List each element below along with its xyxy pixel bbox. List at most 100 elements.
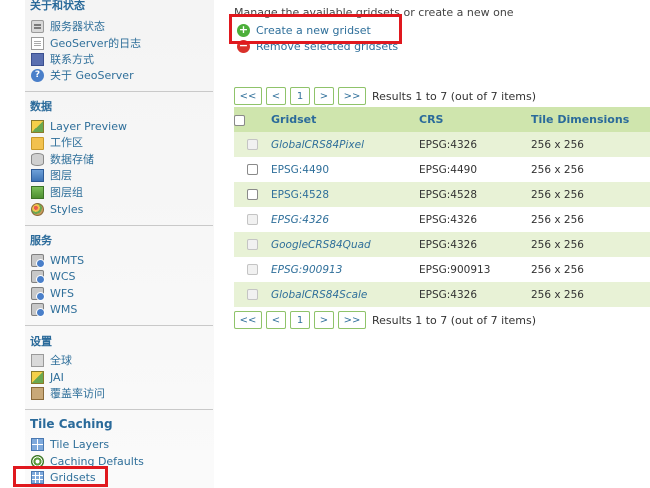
- server-icon: [31, 19, 44, 33]
- gridset-name-link[interactable]: EPSG:4326: [271, 214, 329, 226]
- global-settings-icon: [31, 353, 44, 367]
- gridset-name-cell: EPSG:900913: [271, 257, 419, 282]
- sidebar-item-label: Tile Layers: [50, 437, 110, 451]
- tile-dimensions-cell: 256 x 256: [531, 182, 650, 207]
- gridset-name-cell: GlobalCRS84Scale: [271, 282, 419, 307]
- service-icon: [31, 302, 45, 317]
- sidebar-item-label: 图层: [50, 169, 72, 182]
- row-select-cell: [234, 157, 271, 182]
- gridset-name-cell: EPSG:4326: [271, 207, 419, 232]
- pager-prev-button[interactable]: <: [266, 311, 286, 329]
- select-all-header[interactable]: [234, 107, 271, 132]
- pager-last-button[interactable]: >>: [338, 87, 366, 105]
- sidebar-divider: [25, 91, 213, 92]
- row-select-cell: [234, 182, 271, 207]
- pager-first-button[interactable]: <<: [234, 311, 262, 329]
- sidebar-item-tile-layers[interactable]: Tile Layers: [31, 436, 109, 452]
- gridset-name-link[interactable]: GlobalCRS84Pixel: [271, 139, 364, 151]
- gridset-name-link[interactable]: EPSG:4528: [271, 189, 329, 201]
- jai-icon: [31, 370, 44, 384]
- row-select-cell: [234, 132, 271, 157]
- coverage-icon: [31, 386, 44, 400]
- gridset-name-link[interactable]: GlobalCRS84Scale: [271, 289, 367, 301]
- tile-dimensions-cell: 256 x 256: [531, 157, 650, 182]
- contact-icon: [31, 52, 44, 66]
- crs-cell: EPSG:4490: [419, 157, 531, 182]
- create-gridset-highlight-box: [229, 14, 402, 44]
- pager-next-button[interactable]: >: [314, 311, 334, 329]
- gridset-name-link[interactable]: GoogleCRS84Quad: [271, 239, 371, 251]
- sidebar-item-layer-groups[interactable]: 图层组: [31, 184, 83, 200]
- tile-dimensions-cell: 256 x 256: [531, 232, 650, 257]
- column-header-tile-dimensions[interactable]: Tile Dimensions: [531, 107, 650, 132]
- crs-cell: EPSG:4326: [419, 132, 531, 157]
- pager-page-1-button[interactable]: 1: [290, 311, 310, 329]
- sidebar-item-label: WFS: [50, 286, 74, 300]
- sidebar-item-contact[interactable]: 联系方式: [31, 51, 94, 67]
- crs-cell: EPSG:4326: [419, 207, 531, 232]
- pager-next-button[interactable]: >: [314, 87, 334, 105]
- sidebar-item-layer-preview[interactable]: Layer Preview: [31, 118, 127, 134]
- sidebar-item-label: GeoServer的日志: [50, 37, 142, 50]
- row-select-cell: [234, 232, 271, 257]
- sidebar-item-wms[interactable]: WMS: [31, 301, 77, 317]
- select-all-checkbox[interactable]: [234, 114, 245, 126]
- gridsets-table: Gridset CRS Tile Dimensions GlobalCRS84P…: [234, 107, 650, 307]
- table-row: EPSG:4326 EPSG:4326 256 x 256: [234, 207, 650, 232]
- service-icon: [31, 253, 45, 268]
- sidebar-item-label: Styles: [50, 202, 84, 216]
- sidebar-item-wmts[interactable]: WMTS: [31, 252, 84, 268]
- column-header-gridset[interactable]: Gridset: [271, 107, 419, 132]
- tile-layers-icon: [31, 437, 44, 451]
- sidebar-item-coverage-access[interactable]: 覆盖率访问: [31, 385, 105, 401]
- folder-icon: [31, 136, 44, 150]
- table-row: EPSG:900913 EPSG:900913 256 x 256: [234, 257, 650, 282]
- row-checkbox[interactable]: [247, 164, 258, 175]
- sidebar-divider: [25, 409, 213, 410]
- pager-top: << < 1 > >> Results 1 to 7 (out of 7 ite…: [234, 87, 536, 105]
- pager-prev-button[interactable]: <: [266, 87, 286, 105]
- sidebar-item-wfs[interactable]: WFS: [31, 285, 74, 301]
- sidebar-item-layers[interactable]: 图层: [31, 167, 72, 183]
- sidebar-item-global[interactable]: 全球: [31, 352, 72, 368]
- row-checkbox[interactable]: [247, 189, 258, 200]
- gridset-name-link[interactable]: EPSG:4490: [271, 164, 329, 176]
- sidebar-divider: [25, 325, 213, 326]
- table-row: GlobalCRS84Scale EPSG:4326 256 x 256: [234, 282, 650, 307]
- column-header-crs[interactable]: CRS: [419, 107, 531, 132]
- database-icon: [31, 152, 44, 166]
- sidebar-item-label: 图层组: [50, 186, 83, 199]
- pager-last-button[interactable]: >>: [338, 311, 366, 329]
- row-checkbox: [247, 239, 258, 250]
- sidebar-item-stores[interactable]: 数据存储: [31, 151, 94, 167]
- sidebar-item-label: WMTS: [50, 253, 85, 267]
- sidebar-item-about-geoserver[interactable]: ? 关于 GeoServer: [31, 67, 134, 83]
- crs-cell: EPSG:900913: [419, 257, 531, 282]
- service-icon: [31, 286, 45, 301]
- gridset-name-link[interactable]: EPSG:900913: [271, 264, 342, 276]
- sidebar-item-jai[interactable]: JAI: [31, 369, 64, 385]
- sidebar-item-workspaces[interactable]: 工作区: [31, 134, 83, 150]
- results-text: Results 1 to 7 (out of 7 items): [372, 89, 537, 103]
- tile-dimensions-cell: 256 x 256: [531, 282, 650, 307]
- sidebar-item-wcs[interactable]: WCS: [31, 268, 76, 284]
- sidebar-item-label: 工作区: [50, 136, 83, 149]
- table-header-row: Gridset CRS Tile Dimensions: [234, 107, 650, 132]
- pager-page-1-button[interactable]: 1: [290, 87, 310, 105]
- row-select-cell: [234, 282, 271, 307]
- row-select-cell: [234, 207, 271, 232]
- pager-first-button[interactable]: <<: [234, 87, 262, 105]
- gridsets-highlight-box: [13, 466, 108, 487]
- section-title-tile-caching: Tile Caching: [30, 417, 113, 431]
- sidebar-item-server-status[interactable]: 服务器状态: [31, 18, 105, 34]
- sidebar-item-geoserver-logs[interactable]: GeoServer的日志: [31, 35, 141, 51]
- section-title-settings: 设置: [30, 335, 52, 348]
- sidebar-divider: [25, 225, 213, 226]
- results-text: Results 1 to 7 (out of 7 items): [372, 313, 537, 327]
- gridset-name-cell: EPSG:4528: [271, 182, 419, 207]
- row-checkbox: [247, 289, 258, 300]
- row-checkbox: [247, 264, 258, 275]
- table-row: GoogleCRS84Quad EPSG:4326 256 x 256: [234, 232, 650, 257]
- section-title-services: 服务: [30, 234, 52, 247]
- sidebar-item-styles[interactable]: Styles: [31, 201, 83, 217]
